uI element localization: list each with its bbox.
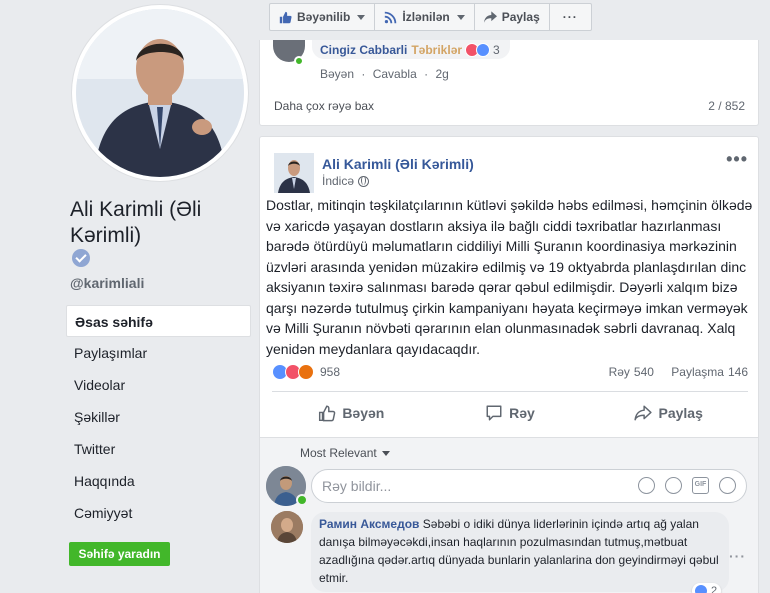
like-button[interactable]: Bəyən [272, 399, 431, 427]
shares-count[interactable]: 146 [728, 365, 748, 379]
comment-text: Təbriklər [411, 42, 463, 57]
more-options-button[interactable]: ··· [548, 3, 592, 31]
comment-time[interactable]: 2g [435, 67, 448, 81]
view-more-comments-link[interactable]: Daha çox rəyə bax [274, 99, 374, 113]
previous-post-card: Cingiz Cabbarli Təbriklər 3 Bəyən · Cava… [259, 40, 759, 126]
nav-item-twitter[interactable]: Twitter [66, 433, 251, 465]
author-avatar-illustration [274, 153, 314, 193]
post-options-button[interactable]: ••• [726, 149, 748, 170]
separator-dot: · [361, 67, 366, 81]
sticker-icon[interactable] [719, 477, 736, 494]
comment-content: Рамин Аксмедов Səbəbi o idiki dünya lide… [311, 515, 729, 589]
comment-author[interactable]: Рамин Аксмедов [319, 517, 419, 531]
comment-input[interactable] [322, 478, 622, 494]
like-label: Bəyən [342, 405, 385, 421]
nav-item-videos[interactable]: Videolar [66, 369, 251, 401]
emoji-icon[interactable] [638, 477, 655, 494]
nav-item-posts[interactable]: Paylaşımlar [66, 337, 251, 369]
thumbs-up-icon [319, 405, 336, 422]
comments-section: Most Relevant GIF [260, 437, 758, 593]
post-card: Ali Karimli (Əli Kərimli) İndicə ••• Dos… [259, 136, 759, 593]
nav-item-community[interactable]: Cəmiyyət [66, 497, 251, 529]
more-options-icon: ··· [562, 10, 578, 24]
profile-picture-frame[interactable] [72, 5, 248, 181]
camera-icon[interactable] [665, 477, 682, 494]
chevron-down-icon [456, 14, 465, 20]
comment-reaction-count: 3 [493, 42, 500, 57]
comment-input-tools: GIF [638, 477, 736, 494]
verified-badge-icon [72, 249, 90, 267]
chevron-down-icon [357, 14, 366, 20]
share-page-label: Paylaş [501, 10, 540, 24]
post-body: Dostlar, mitinqin təşkilatçılarının kütl… [266, 197, 753, 357]
nav-item-home[interactable]: Əsas səhifə [66, 305, 251, 337]
share-button[interactable]: Paylaş [589, 399, 748, 427]
commenter-avatar[interactable] [271, 511, 303, 543]
profile-picture[interactable] [76, 9, 244, 177]
comment-actions: Bəyən · Cavabla · 2g [320, 67, 453, 81]
comment-counter: 2 / 852 [708, 99, 745, 113]
share-page-button[interactable]: Paylaş [473, 3, 550, 31]
comment-sort-dropdown[interactable]: Most Relevant [300, 446, 390, 460]
share-label: Paylaş [658, 405, 703, 421]
liked-button[interactable]: Bəyənilib [269, 3, 376, 31]
nav-item-about[interactable]: Haqqında [66, 465, 251, 497]
comment-reactions[interactable]: 3 [465, 42, 500, 58]
comment-bubble-icon [486, 405, 502, 421]
engagement-counts: Rəy 540 Paylaşma 146 [609, 365, 748, 379]
following-label: İzlənilən [402, 10, 450, 24]
like-reaction-icon [476, 42, 491, 57]
comments-count-label[interactable]: Rəy [609, 365, 630, 379]
thumbs-up-icon [279, 11, 292, 23]
post-author-avatar[interactable] [274, 153, 314, 193]
following-button[interactable]: İzlənilən [374, 3, 475, 31]
comment-reaction-count: 2 [711, 585, 718, 593]
comment-sort-label: Most Relevant [300, 446, 377, 460]
comments-count[interactable]: 540 [634, 365, 654, 379]
rss-icon [385, 11, 397, 23]
reactions-summary[interactable]: 958 [272, 364, 341, 380]
reactions-count: 958 [320, 365, 341, 379]
profile-photo-illustration [76, 9, 244, 177]
comment-like-link[interactable]: Bəyən [320, 67, 354, 81]
separator-dot: · [424, 67, 429, 81]
chevron-down-icon [381, 450, 390, 456]
like-reaction-icon [694, 584, 708, 593]
post-actions: Bəyən Rəy Paylaş [272, 399, 748, 427]
share-arrow-icon [634, 405, 653, 421]
page-action-bar: Bəyənilib İzlənilən Paylaş ··· [269, 3, 592, 31]
comment-label: Rəy [509, 405, 535, 421]
page-handle[interactable]: @karimliali [70, 275, 144, 291]
comment-reactions[interactable]: 2 [692, 583, 722, 593]
gif-icon[interactable]: GIF [692, 477, 709, 494]
angry-reaction-icon [298, 364, 314, 380]
comment-button[interactable]: Rəy [431, 399, 590, 427]
online-status-icon [294, 56, 304, 66]
post-stats: 958 Rəy 540 Paylaşma 146 [272, 361, 748, 381]
comment-bubble: Cingiz Cabbarli Təbriklər 3 [312, 40, 510, 59]
post-time[interactable]: İndicə [322, 174, 354, 188]
comment-author[interactable]: Cingiz Cabbarli [320, 42, 407, 58]
post-author-name[interactable]: Ali Karimli (Əli Kərimli) [322, 156, 474, 172]
divider [272, 391, 748, 392]
online-status-icon [296, 494, 308, 506]
page-nav: Əsas səhifə Paylaşımlar Videolar Şəkillə… [66, 305, 251, 529]
comment-reply-link[interactable]: Cavabla [373, 67, 417, 81]
globe-icon[interactable] [358, 175, 370, 187]
comment-input-box[interactable]: GIF [311, 469, 747, 503]
liked-label: Bəyənilib [297, 10, 351, 24]
post-meta: İndicə [322, 174, 370, 188]
page-name[interactable]: Ali Karimli (Əli Kərimli) [70, 197, 255, 249]
create-page-button[interactable]: Səhifə yaradın [69, 542, 170, 566]
nav-item-photos[interactable]: Şəkillər [66, 401, 251, 433]
comment-options-button[interactable]: ··· [729, 548, 746, 564]
commenter-avatar-illustration [271, 511, 303, 543]
shares-count-label[interactable]: Paylaşma [671, 365, 724, 379]
share-arrow-icon [483, 11, 497, 23]
